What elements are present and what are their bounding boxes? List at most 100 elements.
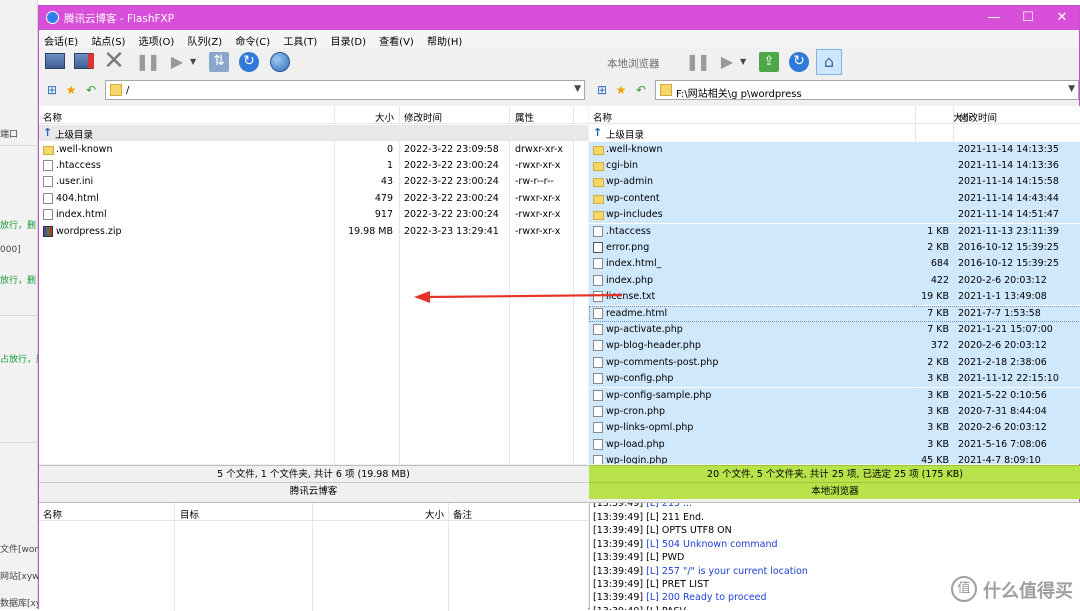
col-size-header[interactable]: 大小 <box>375 110 394 124</box>
close-button[interactable]: ✕ <box>1045 6 1079 30</box>
refresh-local-button[interactable]: ↻ <box>787 50 811 74</box>
pause-button[interactable]: ❚❚ <box>135 50 161 74</box>
table-row[interactable]: wp-config.php 3 KB 2021-11-12 22:15:10 <box>589 371 1080 388</box>
site-manager-button[interactable] <box>268 50 292 74</box>
queue-col-size[interactable]: 大小 <box>425 507 444 521</box>
local-site-name: 本地浏览器 <box>811 486 859 497</box>
transfer-queue[interactable]: 名称 目标 大小 备注 <box>39 502 588 611</box>
table-row[interactable]: wp-links-opml.php 3 KB 2020-2-6 20:03:12 <box>589 420 1080 437</box>
table-row[interactable]: wp-admin 2021-11-14 14:15:58 <box>589 174 1080 191</box>
file-name: wp-links-opml.php <box>606 422 694 434</box>
table-row[interactable]: license.txt 19 KB 2021-1-1 13:49:08 <box>589 289 1080 306</box>
table-row[interactable]: 404.html 479 2022-3-22 23:00:24 -rwxr-xr-x <box>39 191 588 207</box>
upload-button[interactable]: ⇪ <box>757 50 781 74</box>
col-mtime-header[interactable]: 修改时间 <box>959 110 997 124</box>
table-row[interactable]: wp-content 2021-11-14 14:43:44 <box>589 190 1080 208</box>
table-row[interactable]: cgi-bin 2021-11-14 14:13:36 <box>589 157 1080 175</box>
queue-col-name[interactable]: 名称 <box>43 507 62 521</box>
menu-tools[interactable]: 工具(T) <box>278 30 322 48</box>
file-mtime: 2021-2-18 2:38:06 <box>958 356 1047 368</box>
php-file-icon <box>593 405 603 417</box>
col-attr-header[interactable]: 属性 <box>515 110 534 124</box>
php-file-icon <box>593 356 603 368</box>
chevron-down-icon[interactable]: ▼ <box>1068 84 1075 94</box>
transfer-dropdown[interactable]: ▼ <box>190 50 200 74</box>
home-button[interactable]: ⌂ <box>816 49 842 75</box>
file-size: 3 KB <box>927 405 949 417</box>
sync-button[interactable]: ⇅ <box>207 50 231 74</box>
log-line: [13:39:49] [L] 504 Unknown command <box>593 539 778 550</box>
menu-commands[interactable]: 命令(C) <box>230 30 275 48</box>
col-name-header[interactable]: 名称 <box>43 110 62 124</box>
table-row[interactable]: wp-config-sample.php 3 KB 2021-5-22 0:10:5… <box>589 387 1080 404</box>
minimize-button[interactable]: — <box>977 6 1011 30</box>
transfer-button[interactable]: ▶ <box>165 50 189 74</box>
log-message: [L] 257 "/" is your current location <box>643 565 808 577</box>
table-row[interactable]: .user.ini 43 2022-3-22 23:00:24 -rw-r--r-- <box>39 174 588 190</box>
chevron-down-icon[interactable]: ▼ <box>574 84 581 94</box>
local-transfer-button[interactable]: ▶ <box>715 50 739 74</box>
table-row[interactable]: index.html_ 684 2016-10-12 15:39:25 <box>589 256 1080 273</box>
local-path-input[interactable]: F:\网站相关\g p\wordpress ▼ <box>655 80 1079 100</box>
file-icon <box>43 192 53 204</box>
local-file-list[interactable]: 名称 ˆ 大小 修改时间 ↑ 上级目录 .well-known 2021-11-1… <box>589 106 1080 464</box>
table-row[interactable]: wp-load.php 3 KB 2021-5-16 7:08:06 <box>589 436 1080 454</box>
file-name: wordpress.zip <box>56 225 122 237</box>
menu-session[interactable]: 会话(E) <box>39 30 83 48</box>
table-row[interactable]: .well-known 0 2022-3-22 23:09:58 drwxr-xr-x <box>39 142 588 158</box>
folder-icon <box>660 84 672 96</box>
file-icon <box>593 291 603 303</box>
file-mtime: 2021-11-14 14:13:36 <box>958 159 1059 171</box>
menu-options[interactable]: 选项(O) <box>134 30 180 48</box>
favorites-star-icon[interactable]: ★ <box>63 82 79 98</box>
col-name-header[interactable]: 名称 <box>593 110 612 124</box>
table-row[interactable]: wp-cron.php 3 KB 2020-7-31 8:44:04 <box>589 403 1080 421</box>
local-pause-button[interactable]: ❚❚ <box>685 50 711 74</box>
log-message: [L] 504 Unknown command <box>643 538 778 550</box>
table-row[interactable]: wp-includes 2021-11-14 14:51:47 <box>589 207 1080 224</box>
remote-file-list[interactable]: 名称 ˆ 大小 修改时间 属性 ↑ 上级目录 .well-known 0 2022-… <box>39 106 588 464</box>
up-directory-row[interactable]: ↑ 上级目录 <box>589 125 1080 141</box>
remote-path-input[interactable]: / ▼ <box>105 80 585 100</box>
table-row[interactable]: error.png 2 KB 2016-10-12 15:39:25 <box>589 239 1080 257</box>
menu-help[interactable]: 帮助(H) <box>422 30 467 48</box>
table-row[interactable]: wp-comments-post.php 2 KB 2021-2-18 2:38:0… <box>589 354 1080 372</box>
local-toolbar: 本地浏览器 ❚❚ ▶ ▼ ⇪ ↻ ⌂ <box>589 48 1080 78</box>
disconnect-button[interactable] <box>72 50 96 74</box>
site-tree-icon[interactable]: ⊞ <box>594 82 610 98</box>
table-row[interactable]: wordpress.zip 19.98 MB 2022-3-23 13:29:41 -… <box>39 224 588 240</box>
refresh-remote-button[interactable]: ↻ <box>237 50 261 74</box>
table-row[interactable]: .htaccess 1 2022-3-22 23:00:24 -rwxr-xr-x <box>39 158 588 174</box>
queue-col-target[interactable]: 目标 <box>180 507 199 521</box>
table-row[interactable]: .htaccess 1 KB 2021-11-13 23:11:39 <box>589 223 1080 240</box>
table-row[interactable]: index.php 422 2020-2-6 20:03:12 <box>589 272 1080 290</box>
log-message: [L] 211 End. <box>643 512 705 523</box>
col-mtime-header[interactable]: 修改时间 <box>404 110 442 124</box>
up-directory-row[interactable]: ↑ 上级目录 <box>39 125 588 142</box>
log-line: [13:39:49] [L] 200 Ready to proceed <box>593 592 767 603</box>
title-bar[interactable]: 腾讯云博客 - FlashFXP — ☐ ✕ <box>39 6 1079 30</box>
menu-view[interactable]: 查看(V) <box>374 30 419 48</box>
table-row[interactable]: readme.html 7 KB 2021-7-7 1:53:58 <box>589 305 1080 322</box>
connect-button[interactable] <box>43 50 67 74</box>
local-transfer-dropdown[interactable]: ▼ <box>740 50 750 74</box>
table-row[interactable]: wp-blog-header.php 372 2020-2-6 20:03:12 <box>589 338 1080 355</box>
file-mtime: 2021-11-14 14:15:58 <box>958 176 1059 188</box>
bg-text: 网站[xywr <box>0 572 38 582</box>
abort-button[interactable]: ✕ <box>102 48 126 74</box>
menu-directory[interactable]: 目录(D) <box>325 30 371 48</box>
table-row[interactable]: wp-activate.php 7 KB 2021-1-21 15:07:00 <box>589 321 1080 339</box>
favorites-star-icon[interactable]: ★ <box>613 82 629 98</box>
menu-queue[interactable]: 队列(Z) <box>183 30 228 48</box>
table-row[interactable]: index.html 917 2022-3-22 23:00:24 -rwxr-xr-… <box>39 207 588 223</box>
table-row[interactable]: wp-login.php 45 KB 2021-4-7 8:09:10 <box>589 453 1080 464</box>
remote-path-bar: ⊞ ★ ↶ / ▼ <box>39 79 588 101</box>
file-name: index.html <box>56 209 107 221</box>
back-arrow-icon[interactable]: ↶ <box>633 82 649 98</box>
back-arrow-icon[interactable]: ↶ <box>83 82 99 98</box>
site-tree-icon[interactable]: ⊞ <box>44 82 60 98</box>
queue-col-note[interactable]: 备注 <box>453 507 472 521</box>
bg-text: 端口 <box>0 130 19 140</box>
table-row[interactable]: .well-known 2021-11-14 14:13:35 <box>589 141 1080 158</box>
maximize-button[interactable]: ☐ <box>1011 6 1045 30</box>
